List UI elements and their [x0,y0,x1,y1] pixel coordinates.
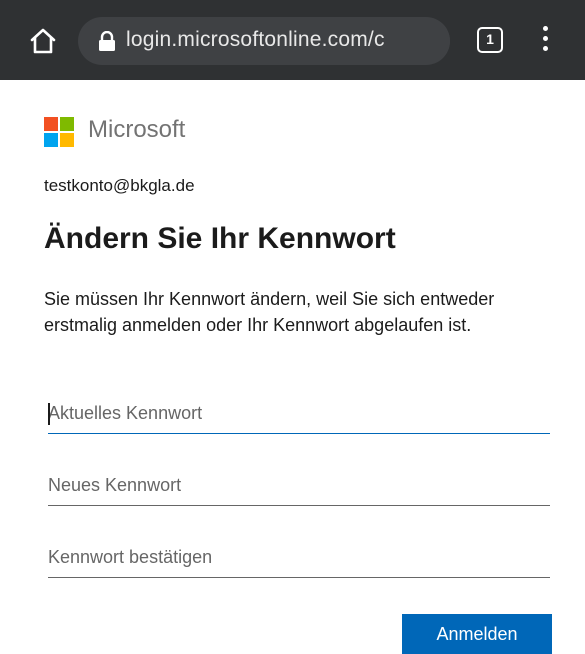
brand-name: Microsoft [88,116,186,143]
tabs-icon[interactable]: 1 [477,27,503,53]
lock-icon [98,30,116,51]
field-underline [48,577,550,578]
microsoft-logo-icon [44,117,74,147]
new-password-field[interactable] [48,466,550,506]
page-description: Sie müssen Ihr Kennwort ändern, weil Sie… [44,289,495,335]
current-password-input[interactable] [48,394,550,432]
url-fade [426,17,450,65]
text-caret [48,403,50,425]
address-bar[interactable]: login.microsoftonline.com/c [78,17,450,65]
tab-count: 1 [486,31,494,47]
field-underline [48,505,550,506]
sign-in-button[interactable]: Anmelden [402,614,552,654]
new-password-input[interactable] [48,466,550,504]
home-icon[interactable] [28,26,58,56]
more-vert-icon[interactable] [538,26,552,56]
confirm-password-input[interactable] [48,538,550,576]
confirm-password-field[interactable] [48,538,550,578]
field-underline [48,433,550,434]
current-password-field[interactable] [48,394,550,434]
url-text[interactable]: login.microsoftonline.com/c [126,28,385,52]
page-title: Ändern Sie Ihr Kennwort [44,222,396,255]
browser-toolbar: login.microsoftonline.com/c 1 [0,0,585,80]
account-identity: testkonto@bkgla.de [44,176,195,195]
